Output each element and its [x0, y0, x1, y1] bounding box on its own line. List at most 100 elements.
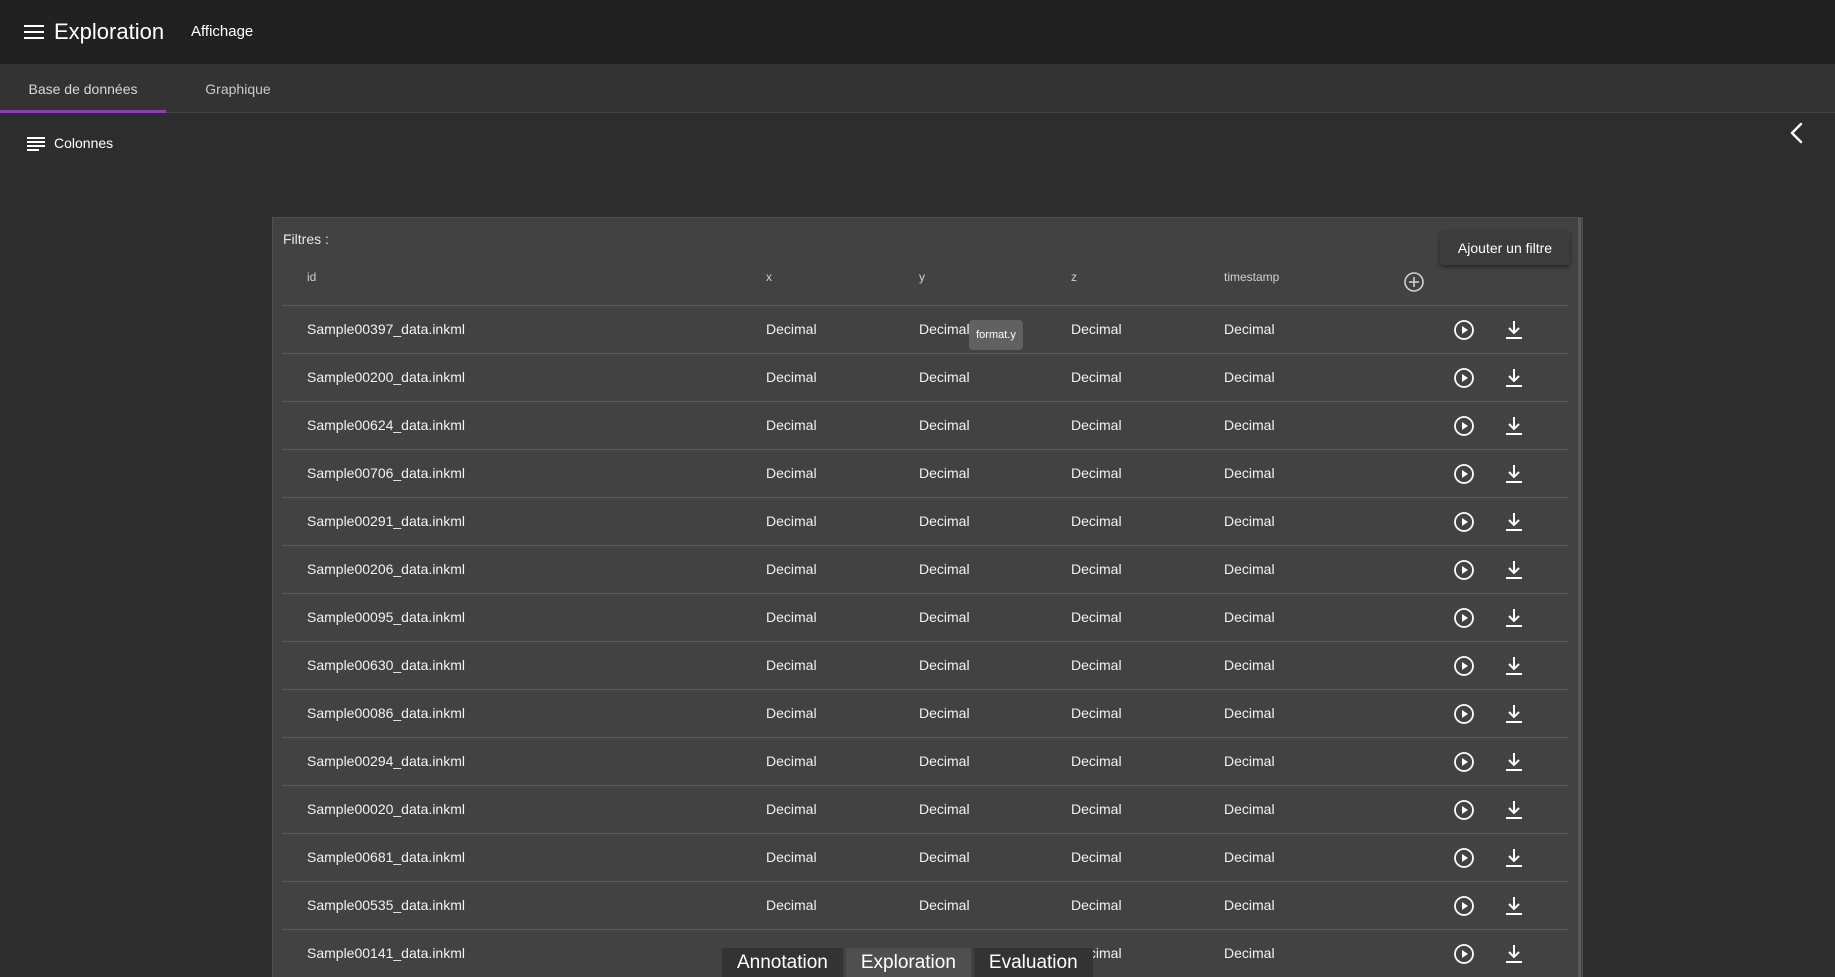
cell-z: Decimal	[1071, 657, 1122, 673]
cell-z: Decimal	[1071, 369, 1122, 385]
cell-id: Sample00020_data.inkml	[307, 801, 465, 817]
cell-timestamp: Decimal	[1224, 945, 1275, 961]
download-icon[interactable]	[1502, 654, 1526, 678]
cell-y: Decimal	[919, 753, 970, 769]
table-row[interactable]: Sample00624_data.inkml Decimal Decimal Deci…	[282, 401, 1568, 449]
app-title: Exploration	[54, 19, 165, 44]
cell-x: Decimal	[766, 657, 817, 673]
download-icon[interactable]	[1502, 414, 1526, 438]
download-icon[interactable]	[1502, 366, 1526, 390]
cell-id: Sample00630_data.inkml	[307, 657, 465, 673]
download-icon[interactable]	[1502, 558, 1526, 582]
nav-exploration[interactable]: Exploration	[845, 948, 971, 977]
cell-z: Decimal	[1071, 801, 1122, 817]
cell-z: Decimal	[1071, 513, 1122, 529]
affichage-menu-button[interactable]: Affichage	[191, 23, 253, 40]
table-row[interactable]: Sample00397_data.inkml Decimal Decimal Deci…	[282, 305, 1568, 353]
play-circle-icon[interactable]	[1452, 318, 1476, 342]
column-header-z[interactable]: z	[1071, 270, 1077, 284]
table-row[interactable]: Sample00706_data.inkml Decimal Decimal Deci…	[282, 449, 1568, 497]
app-bar: Exploration Affichage	[0, 0, 1835, 64]
filters-label: Filtres :	[283, 231, 329, 247]
download-icon[interactable]	[1502, 318, 1526, 342]
cell-z: Decimal	[1071, 609, 1122, 625]
cell-id: Sample00397_data.inkml	[307, 321, 465, 337]
cell-y: Decimal	[919, 609, 970, 625]
table-row[interactable]: Sample00535_data.inkml Decimal Decimal Deci…	[282, 881, 1568, 929]
download-icon[interactable]	[1502, 798, 1526, 822]
table-row[interactable]: Sample00200_data.inkml Decimal Decimal Deci…	[282, 353, 1568, 401]
cell-timestamp: Decimal	[1224, 705, 1275, 721]
download-icon[interactable]	[1502, 702, 1526, 726]
play-circle-icon[interactable]	[1452, 942, 1476, 966]
play-circle-icon[interactable]	[1452, 846, 1476, 870]
column-header-id[interactable]: id	[307, 270, 316, 284]
play-circle-icon[interactable]	[1452, 702, 1476, 726]
table-row[interactable]: Sample00086_data.inkml Decimal Decimal Deci…	[282, 689, 1568, 737]
cell-z: Decimal	[1071, 753, 1122, 769]
cell-timestamp: Decimal	[1224, 897, 1275, 913]
column-header-x[interactable]: x	[766, 270, 772, 284]
download-icon[interactable]	[1502, 510, 1526, 534]
cell-x: Decimal	[766, 705, 817, 721]
panel-scrollbar[interactable]	[1578, 218, 1581, 977]
add-column-icon[interactable]	[1403, 271, 1425, 293]
play-circle-icon[interactable]	[1452, 414, 1476, 438]
play-circle-icon[interactable]	[1452, 510, 1476, 534]
add-filter-button[interactable]: Ajouter un filtre	[1440, 230, 1570, 265]
cell-timestamp: Decimal	[1224, 753, 1275, 769]
table-row[interactable]: Sample00020_data.inkml Decimal Decimal Deci…	[282, 785, 1568, 833]
play-circle-icon[interactable]	[1452, 750, 1476, 774]
cell-timestamp: Decimal	[1224, 513, 1275, 529]
play-circle-icon[interactable]	[1452, 606, 1476, 630]
download-icon[interactable]	[1502, 942, 1526, 966]
cell-id: Sample00206_data.inkml	[307, 561, 465, 577]
cell-id: Sample00535_data.inkml	[307, 897, 465, 913]
nav-evaluation[interactable]: Evaluation	[973, 948, 1093, 977]
cell-id: Sample00086_data.inkml	[307, 705, 465, 721]
play-circle-icon[interactable]	[1452, 654, 1476, 678]
tab-base-de-donnees[interactable]: Base de données	[0, 64, 166, 113]
cell-id: Sample00706_data.inkml	[307, 465, 465, 481]
cell-x: Decimal	[766, 753, 817, 769]
play-circle-icon[interactable]	[1452, 894, 1476, 918]
columns-button[interactable]: Colonnes	[27, 131, 113, 155]
cell-y: Decimal	[919, 369, 970, 385]
tab-graphique[interactable]: Graphique	[166, 64, 310, 113]
cell-z: Decimal	[1071, 849, 1122, 865]
columns-label: Colonnes	[54, 135, 114, 151]
table-row[interactable]: Sample00681_data.inkml Decimal Decimal Deci…	[282, 833, 1568, 881]
table-row[interactable]: Sample00294_data.inkml Decimal Decimal Deci…	[282, 737, 1568, 785]
download-icon[interactable]	[1502, 894, 1526, 918]
cell-timestamp: Decimal	[1224, 849, 1275, 865]
play-circle-icon[interactable]	[1452, 798, 1476, 822]
cell-y: Decimal	[919, 657, 970, 673]
table-row[interactable]: Sample00291_data.inkml Decimal Decimal Deci…	[282, 497, 1568, 545]
cell-z: Decimal	[1071, 417, 1122, 433]
cell-timestamp: Decimal	[1224, 657, 1275, 673]
cell-x: Decimal	[766, 801, 817, 817]
table-row[interactable]: Sample00206_data.inkml Decimal Decimal Deci…	[282, 545, 1568, 593]
cell-x: Decimal	[766, 321, 817, 337]
cell-timestamp: Decimal	[1224, 801, 1275, 817]
menu-icon[interactable]	[20, 20, 48, 44]
play-circle-icon[interactable]	[1452, 558, 1476, 582]
cell-timestamp: Decimal	[1224, 321, 1275, 337]
cell-y: Decimal	[919, 849, 970, 865]
table-row[interactable]: Sample00630_data.inkml Decimal Decimal Deci…	[282, 641, 1568, 689]
download-icon[interactable]	[1502, 750, 1526, 774]
cell-y: Decimal	[919, 465, 970, 481]
cell-x: Decimal	[766, 513, 817, 529]
play-circle-icon[interactable]	[1452, 462, 1476, 486]
cell-y: Decimal	[919, 561, 970, 577]
nav-annotation[interactable]: Annotation	[722, 948, 843, 977]
chevron-left-icon[interactable]	[1782, 118, 1812, 148]
download-icon[interactable]	[1502, 462, 1526, 486]
table-row[interactable]: Sample00095_data.inkml Decimal Decimal Deci…	[282, 593, 1568, 641]
download-icon[interactable]	[1502, 846, 1526, 870]
play-circle-icon[interactable]	[1452, 366, 1476, 390]
cell-id: Sample00681_data.inkml	[307, 849, 465, 865]
column-header-y[interactable]: y	[919, 270, 925, 284]
column-header-timestamp[interactable]: timestamp	[1224, 270, 1279, 284]
download-icon[interactable]	[1502, 606, 1526, 630]
